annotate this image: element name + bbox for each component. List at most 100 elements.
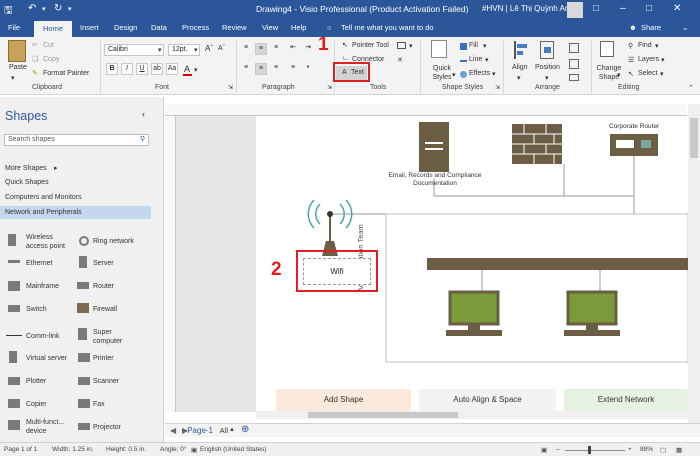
shape-scanner[interactable]: Scanner bbox=[93, 377, 119, 386]
vertical-scrollbar[interactable] bbox=[688, 104, 700, 423]
paste-button[interactable]: Paste bbox=[9, 64, 27, 71]
italic-icon[interactable]: I bbox=[121, 63, 133, 75]
tab-file[interactable]: File bbox=[8, 23, 20, 32]
shape-super-computer[interactable]: Super computer bbox=[93, 328, 133, 346]
collapse-ribbon-icon[interactable]: ⌄ bbox=[682, 23, 688, 32]
tab-data[interactable]: Data bbox=[151, 23, 167, 32]
horizontal-scrollbar[interactable] bbox=[256, 411, 688, 419]
fit-page-icon[interactable]: ▢ bbox=[660, 446, 666, 454]
collapse-ribbon-button[interactable]: ⌃ bbox=[688, 84, 694, 92]
align-middle-icon[interactable]: ≡ bbox=[255, 43, 267, 55]
zoom-in-icon[interactable]: + bbox=[628, 446, 632, 453]
effects-button[interactable]: Effects bbox=[469, 70, 490, 77]
find-dropdown-icon[interactable]: ▾ bbox=[655, 42, 659, 50]
fill-dropdown-icon[interactable]: ▾ bbox=[483, 42, 487, 50]
shape-projector[interactable]: Projector bbox=[93, 423, 121, 432]
tab-process[interactable]: Process bbox=[182, 23, 209, 32]
ribbon-display-icon[interactable]: □ bbox=[593, 3, 599, 14]
decrease-font-icon[interactable]: Aˇ bbox=[218, 45, 225, 52]
strikethrough-icon[interactable]: ab bbox=[151, 63, 163, 75]
font-name-dropdown-icon[interactable]: ▾ bbox=[158, 46, 162, 54]
underline-icon[interactable]: U bbox=[136, 63, 148, 75]
shape-printer[interactable]: Printer bbox=[93, 354, 114, 363]
status-language[interactable]: English (United States) bbox=[200, 446, 266, 453]
quick-styles-dropdown-icon[interactable]: ▾ bbox=[452, 71, 456, 79]
position-dropdown-icon[interactable]: ▾ bbox=[545, 74, 549, 82]
shape-multi-function-device[interactable]: Multi-funct... device bbox=[26, 418, 72, 436]
share-icon[interactable]: ☻ bbox=[629, 23, 637, 32]
align-dropdown-icon[interactable]: ▾ bbox=[517, 74, 521, 82]
decrease-indent-icon[interactable]: ⇤ bbox=[287, 43, 299, 55]
effects-dropdown-icon[interactable]: ▾ bbox=[492, 70, 496, 78]
router-label[interactable]: Corporate Router bbox=[609, 123, 659, 130]
tab-home[interactable]: Home bbox=[34, 21, 72, 37]
shape-fax[interactable]: Fax bbox=[93, 400, 105, 409]
shapes-dropdown-icon[interactable]: ▾ bbox=[409, 42, 413, 50]
undo-dropdown-icon[interactable]: ▾ bbox=[42, 5, 46, 13]
increase-font-icon[interactable]: Aˆ bbox=[205, 44, 213, 53]
shape-comm-link[interactable]: Comm-link bbox=[26, 332, 59, 341]
shape-ring-network[interactable]: Ring network bbox=[93, 237, 134, 246]
font-name-select[interactable]: Calibri bbox=[104, 44, 164, 56]
avatar[interactable] bbox=[567, 2, 583, 18]
zoom-level[interactable]: 88% bbox=[640, 446, 653, 453]
vertical-scroll-thumb[interactable] bbox=[690, 118, 698, 158]
paragraph-launcher-icon[interactable]: ⇲ bbox=[327, 84, 332, 91]
align-button[interactable]: Align bbox=[512, 64, 528, 71]
position-icon[interactable] bbox=[540, 41, 554, 59]
align-icon[interactable] bbox=[514, 41, 528, 59]
shape-mainframe[interactable]: Mainframe bbox=[26, 282, 59, 291]
bullets-icon[interactable]: • bbox=[302, 63, 314, 75]
quick-shapes-link[interactable]: Quick Shapes bbox=[5, 179, 49, 186]
insert-page-icon[interactable]: ⊕ bbox=[241, 424, 249, 435]
save-icon[interactable]: 🖫 bbox=[4, 3, 13, 20]
tab-review[interactable]: Review bbox=[222, 23, 247, 32]
add-shape-tile[interactable]: Add Shape bbox=[276, 389, 411, 411]
tab-design[interactable]: Design bbox=[114, 23, 137, 32]
undo-icon[interactable]: ↶ bbox=[28, 3, 36, 14]
server-label[interactable]: Email, Records and Compliance Documentat… bbox=[387, 172, 483, 188]
increase-indent-icon[interactable]: ⇥ bbox=[302, 43, 314, 55]
computers-monitors-link[interactable]: Computers and Monitors bbox=[5, 194, 82, 201]
horizontal-scroll-thumb[interactable] bbox=[308, 412, 458, 418]
tell-me-search[interactable]: Tell me what you want to do bbox=[341, 23, 434, 32]
layers-dropdown-icon[interactable]: ▾ bbox=[661, 56, 665, 64]
shape-plotter[interactable]: Plotter bbox=[26, 377, 46, 386]
align-right-icon[interactable]: ≡ bbox=[270, 63, 282, 75]
switch-windows-icon[interactable]: ▦ bbox=[676, 446, 682, 454]
paste-icon[interactable] bbox=[8, 40, 26, 62]
zoom-slider-thumb[interactable] bbox=[588, 446, 591, 454]
shape-ethernet[interactable]: Ethernet bbox=[26, 259, 52, 268]
align-bottom-icon[interactable]: ≡ bbox=[270, 43, 282, 55]
zoom-slider[interactable] bbox=[565, 450, 625, 451]
presentation-mode-icon[interactable]: ▣ bbox=[541, 446, 547, 454]
customize-quick-access-icon[interactable]: ▾ bbox=[68, 5, 72, 13]
minimize-icon[interactable]: – bbox=[620, 3, 626, 14]
shape-switch[interactable]: Switch bbox=[26, 305, 47, 314]
paste-dropdown-icon[interactable]: ▾ bbox=[11, 74, 15, 82]
bring-forward-icon[interactable] bbox=[569, 43, 579, 53]
connection-point-icon[interactable]: ✕ bbox=[397, 56, 403, 64]
tab-help[interactable]: Help bbox=[291, 23, 306, 32]
align-top-icon[interactable]: ≡ bbox=[240, 43, 252, 55]
send-backward-icon[interactable] bbox=[569, 59, 579, 69]
align-left-icon[interactable]: ≡ bbox=[240, 63, 252, 75]
font-color-icon[interactable]: A bbox=[184, 64, 190, 74]
line-dropdown-icon[interactable]: ▾ bbox=[485, 56, 489, 64]
format-painter-button[interactable]: Format Painter bbox=[43, 70, 89, 77]
tab-view[interactable]: View bbox=[262, 23, 278, 32]
all-pages-tab[interactable]: All bbox=[208, 426, 228, 435]
share-button[interactable]: Share bbox=[641, 23, 661, 32]
extend-network-tile[interactable]: Extend Network bbox=[564, 389, 688, 411]
user-name[interactable]: #HVN | Lê Thị Quỳnh Anh bbox=[482, 4, 574, 13]
collapse-pane-icon[interactable]: ‹ bbox=[142, 109, 145, 119]
pointer-tool-button[interactable]: Pointer Tool bbox=[352, 42, 389, 49]
more-shapes-link[interactable]: More Shapes bbox=[5, 165, 47, 172]
shape-copier[interactable]: Copier bbox=[26, 400, 47, 409]
justify-icon[interactable]: ≡ bbox=[287, 63, 299, 75]
layers-button[interactable]: Layers bbox=[638, 56, 659, 63]
font-size-dropdown-icon[interactable]: ▾ bbox=[194, 46, 198, 54]
align-center-icon[interactable]: ≡ bbox=[255, 63, 267, 75]
more-shapes-arrow-icon[interactable]: ▸ bbox=[54, 164, 58, 172]
font-launcher-icon[interactable]: ⇲ bbox=[228, 84, 233, 91]
